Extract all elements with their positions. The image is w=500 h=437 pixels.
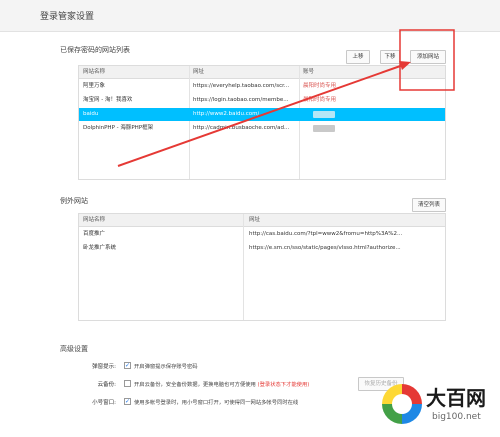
annotation-arrow-head <box>399 61 411 70</box>
watermark: 大百网 big100.net <box>380 380 492 432</box>
watermark-logo-icon <box>382 384 422 424</box>
annotation-arrow-line <box>117 63 407 167</box>
watermark-title: 大百网 <box>426 386 486 410</box>
annotation-overlay <box>117 29 455 167</box>
highlight-box <box>399 29 455 91</box>
watermark-url: big100.net <box>432 412 481 422</box>
